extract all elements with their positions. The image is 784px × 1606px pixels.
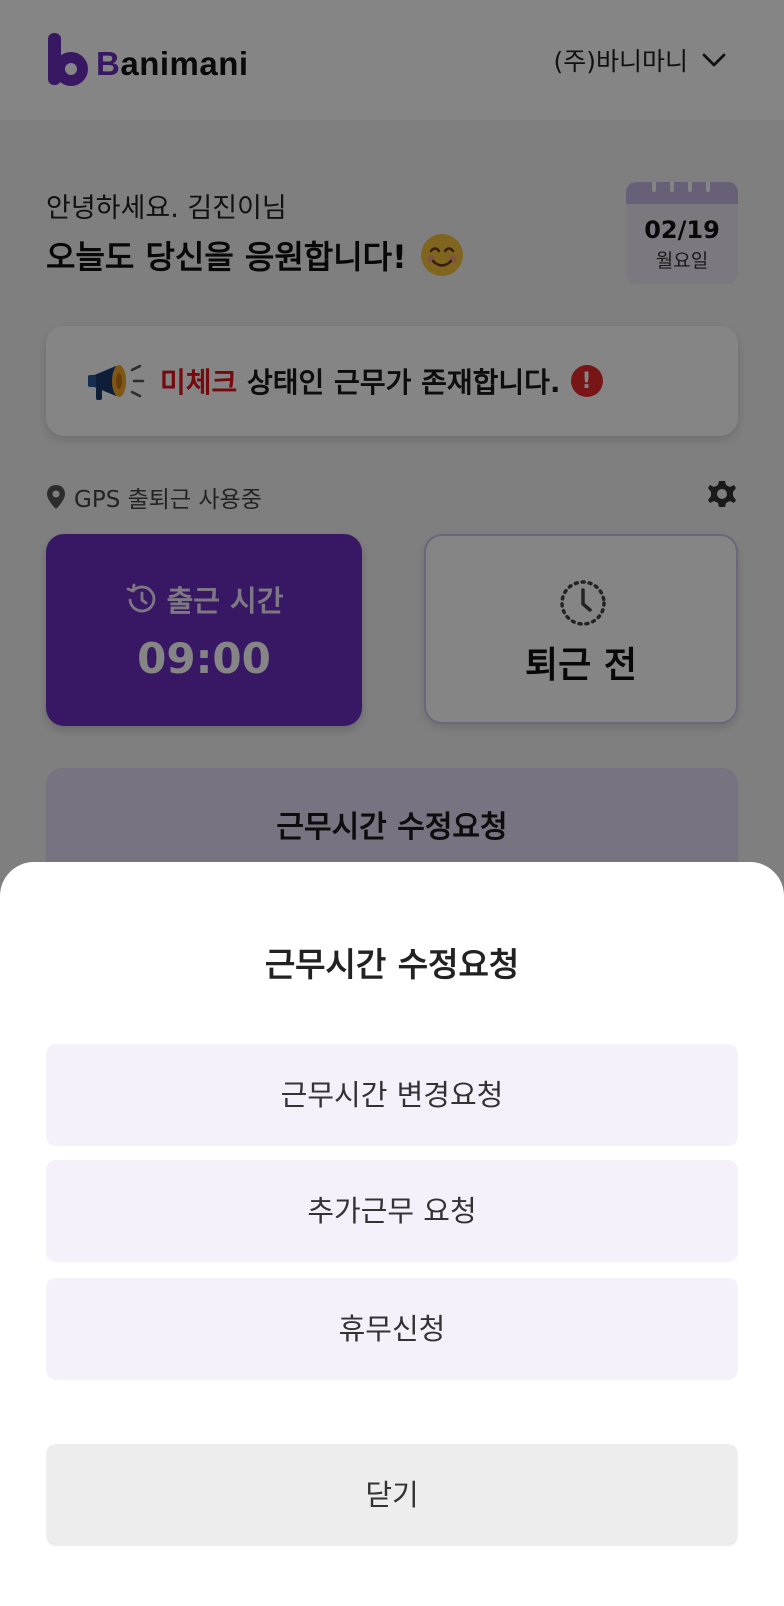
sheet-title: 근무시간 수정요청 [264, 945, 520, 984]
close-button[interactable]: 닫기 [46, 1444, 738, 1546]
option-overtime-request[interactable]: 추가근무 요청 [46, 1160, 738, 1262]
option-day-off-request[interactable]: 휴무신청 [46, 1278, 738, 1380]
app-screen: Banimani (주)바니마니 안녕하세요. 김진이님 오늘도 당신을 응원합… [0, 0, 784, 1606]
bottom-sheet: 근무시간 수정요청 근무시간 변경요청 추가근무 요청 휴무신청 닫기 [0, 862, 784, 1606]
option-change-work-time[interactable]: 근무시간 변경요청 [46, 1044, 738, 1146]
